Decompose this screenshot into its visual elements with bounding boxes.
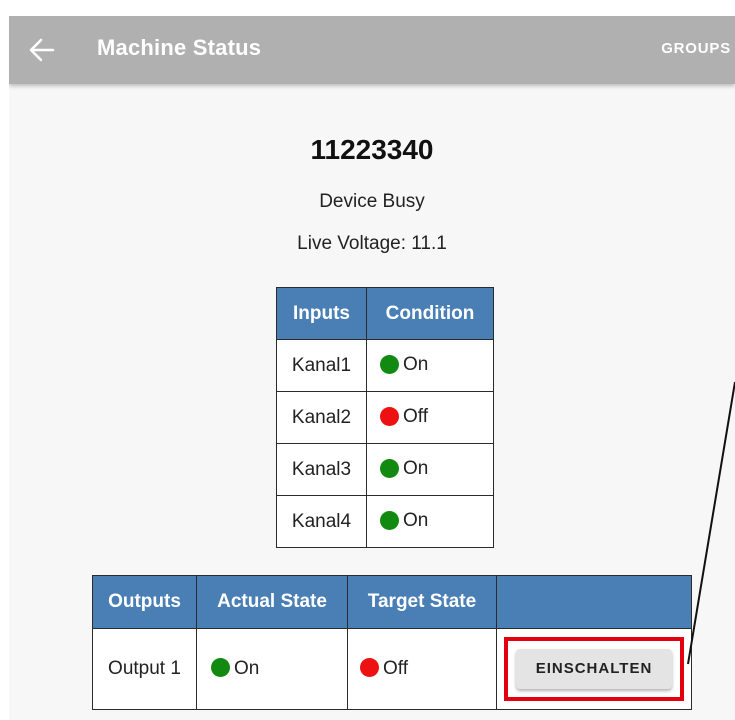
einschalten-button[interactable]: EINSCHALTEN	[515, 649, 673, 689]
condition-label: On	[403, 510, 429, 532]
inputs-header: Inputs	[276, 287, 367, 340]
status-dot-icon	[211, 658, 230, 677]
condition-label: Off	[403, 406, 428, 428]
device-id: 11223340	[310, 134, 434, 165]
action-cell: EINSCHALTEN	[496, 628, 692, 710]
actual-state-label: On	[234, 657, 260, 679]
actual-state-header: Actual State	[196, 575, 348, 629]
input-condition: On	[366, 495, 494, 548]
outputs-table: Outputs Actual State Target State Output…	[92, 575, 692, 710]
table-row: Kanal1 On	[276, 339, 494, 392]
status-dot-icon	[380, 354, 399, 374]
table-row: Output 1 On Off EINSCHALTEN	[92, 628, 692, 710]
output-name: Output 1	[92, 628, 197, 710]
inputs-header-row: Inputs Condition	[276, 287, 494, 340]
app-bar: Machine Status GROUPS	[9, 16, 735, 84]
input-name: Kanal2	[276, 391, 367, 444]
status-dot-icon	[380, 406, 399, 426]
input-name: Kanal3	[276, 443, 367, 496]
back-button[interactable]	[27, 36, 57, 64]
status-dot-icon	[380, 510, 399, 530]
target-state-label: Off	[383, 657, 408, 679]
inputs-table: Inputs Condition Kanal1 On Kanal2 Off Ka…	[276, 287, 494, 548]
status-dot-icon	[360, 658, 379, 677]
table-row: Kanal2 Off	[276, 391, 494, 444]
arrow-left-icon	[29, 38, 55, 62]
groups-button[interactable]: GROUPS	[661, 40, 731, 57]
device-status: Device Busy	[319, 191, 425, 212]
table-row: Kanal4 On	[276, 495, 494, 548]
condition-header: Condition	[366, 287, 494, 340]
outputs-header: Outputs	[92, 575, 197, 629]
condition-label: On	[403, 458, 429, 480]
actual-state: On	[196, 628, 348, 710]
app-screen: Machine Status GROUPS 11223340 Device Bu…	[9, 16, 735, 720]
condition-label: On	[403, 354, 429, 376]
table-row: Kanal3 On	[276, 443, 494, 496]
target-state-header: Target State	[347, 575, 497, 629]
outputs-header-row: Outputs Actual State Target State	[92, 575, 692, 629]
input-condition: On	[366, 339, 494, 392]
live-voltage: Live Voltage: 11.1	[297, 233, 447, 254]
status-dot-icon	[380, 458, 399, 478]
action-header	[496, 575, 692, 629]
highlight-box: EINSCHALTEN	[503, 637, 685, 701]
input-name: Kanal4	[276, 495, 367, 548]
input-condition: Off	[366, 391, 494, 444]
input-name: Kanal1	[276, 339, 367, 392]
target-state: Off	[347, 628, 497, 710]
page-title: Machine Status	[97, 35, 262, 60]
input-condition: On	[366, 443, 494, 496]
